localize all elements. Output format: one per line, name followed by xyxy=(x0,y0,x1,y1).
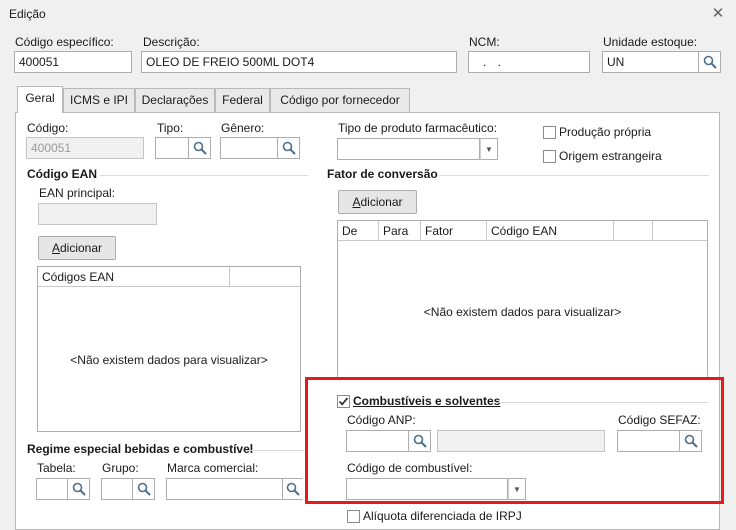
ean-column-header[interactable]: Códigos EAN xyxy=(38,267,230,287)
fator-column-fator[interactable]: Fator xyxy=(421,221,487,241)
tabela-label: Tabela: xyxy=(37,461,76,475)
ean-principal-input xyxy=(38,203,157,225)
fator-add-button[interactable]: Adicionar xyxy=(338,190,417,214)
close-icon[interactable]: ✕ xyxy=(708,4,728,24)
ean-add-button[interactable]: Adicionar xyxy=(38,236,116,260)
divider xyxy=(100,175,308,176)
highlight-box xyxy=(305,377,724,504)
ncm-label: NCM: xyxy=(469,35,500,49)
search-icon xyxy=(286,482,300,496)
fator-empty-message: <Não existem dados para visualizar> xyxy=(423,305,622,319)
search-icon xyxy=(282,141,296,155)
divider xyxy=(247,450,308,451)
unidade-estoque-label: Unidade estoque: xyxy=(603,35,698,49)
codigo-especifico-label: Código específico: xyxy=(15,35,114,49)
codigo-label: Código: xyxy=(27,121,69,135)
genero-input[interactable] xyxy=(220,137,278,159)
tipo-farmaceutico-label: Tipo de produto farmacêutico: xyxy=(338,121,497,135)
marca-comercial-input[interactable] xyxy=(166,478,283,500)
grupo-label: Grupo: xyxy=(102,461,139,475)
unidade-lookup-button[interactable] xyxy=(699,51,721,73)
ean-empty-message: <Não existem dados para visualizar> xyxy=(70,353,268,367)
fator-column-para[interactable]: Para xyxy=(379,221,421,241)
grupo-lookup-button[interactable] xyxy=(133,478,155,500)
fator-grid[interactable]: De Para Fator Código EAN <Não existem da… xyxy=(337,220,708,380)
window-title: Edição xyxy=(9,7,46,21)
descricao-input[interactable]: OLEO DE FREIO 500ML DOT4 xyxy=(141,51,457,73)
tipo-farmaceutico-select[interactable] xyxy=(337,138,480,160)
tipo-input[interactable] xyxy=(155,137,189,159)
search-icon xyxy=(703,55,717,69)
descricao-label: Descrição: xyxy=(143,35,200,49)
search-icon xyxy=(72,482,86,496)
producao-propria-checkbox[interactable] xyxy=(543,126,556,139)
genero-label: Gênero: xyxy=(221,121,265,135)
search-icon xyxy=(137,482,151,496)
genero-lookup-button[interactable] xyxy=(278,137,300,159)
codigo-ean-section-title: Código EAN xyxy=(27,167,97,181)
aliquota-irpj-label: Alíquota diferenciada de IRPJ xyxy=(363,509,522,523)
tabela-input[interactable] xyxy=(36,478,68,500)
title-bar xyxy=(0,0,736,30)
grupo-input[interactable] xyxy=(101,478,133,500)
codigo-especifico-input[interactable]: 400051 xyxy=(14,51,132,73)
search-icon xyxy=(193,141,207,155)
tipo-label: Tipo: xyxy=(157,121,184,135)
marca-comercial-label: Marca comercial: xyxy=(167,461,259,475)
producao-propria-label: Produção própria xyxy=(559,125,652,139)
tabela-lookup-button[interactable] xyxy=(68,478,90,500)
ean-grid[interactable]: Códigos EAN <Não existem dados para visu… xyxy=(37,266,301,432)
tipo-lookup-button[interactable] xyxy=(189,137,211,159)
aliquota-irpj-checkbox[interactable] xyxy=(347,510,360,523)
fator-conversao-section-title: Fator de conversão xyxy=(327,167,438,181)
tab-icms-ipi[interactable]: ICMS e IPI xyxy=(63,88,135,112)
divider xyxy=(439,175,709,176)
fator-grid-header: De Para Fator Código EAN xyxy=(338,221,707,241)
ncm-input[interactable]: . . xyxy=(468,51,590,73)
origem-estrangeira-checkbox[interactable] xyxy=(543,150,556,163)
fator-column-codigo-ean[interactable]: Código EAN xyxy=(487,221,614,241)
ean-principal-label: EAN principal: xyxy=(39,186,116,200)
unidade-estoque-input[interactable]: UN xyxy=(602,51,699,73)
tipo-farmaceutico-dropdown[interactable]: ▼ xyxy=(480,138,498,160)
tab-declaracoes[interactable]: Declarações xyxy=(135,88,215,112)
origem-estrangeira-label: Origem estrangeira xyxy=(559,149,662,163)
marca-comercial-lookup-button[interactable] xyxy=(283,478,303,500)
ean-grid-header: Códigos EAN xyxy=(38,267,300,287)
tab-federal[interactable]: Federal xyxy=(215,88,270,112)
chevron-down-icon: ▼ xyxy=(485,144,493,154)
fator-column-de[interactable]: De xyxy=(338,221,379,241)
codigo-input: 400051 xyxy=(26,137,144,159)
tab-geral[interactable]: Geral xyxy=(17,86,63,113)
fator-column-blank xyxy=(614,221,653,241)
tab-codigo-fornecedor[interactable]: Código por fornecedor xyxy=(270,88,410,112)
regime-especial-section-title: Regime especial bebidas e combustível xyxy=(27,442,254,456)
